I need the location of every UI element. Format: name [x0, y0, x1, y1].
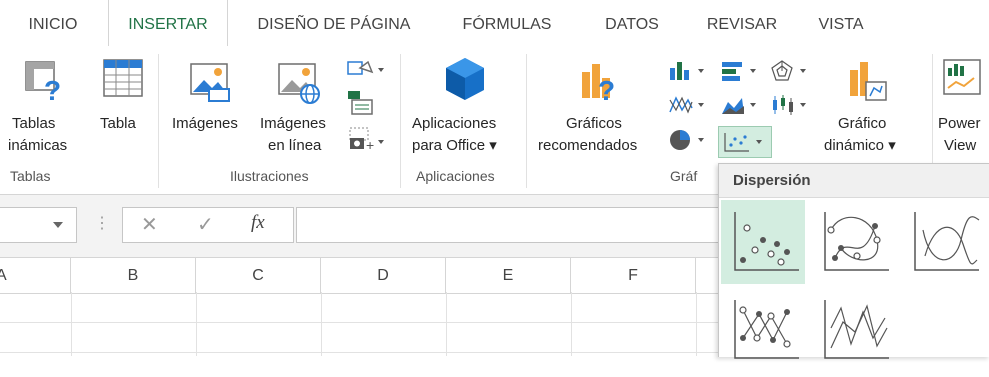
group-separator — [526, 54, 527, 188]
tab-diseno-pagina[interactable]: DISEÑO DE PÁGINA — [246, 0, 422, 46]
tab-insertar[interactable]: INSERTAR — [108, 0, 228, 47]
gallery-header: Dispersión — [719, 164, 989, 198]
enter-icon[interactable]: ✓ — [197, 212, 214, 237]
tab-vista[interactable]: VISTA — [808, 0, 874, 46]
tab-datos[interactable]: DATOS — [592, 0, 672, 46]
grid-row-line — [0, 322, 720, 323]
scatter-straight-lines-markers-option[interactable] — [721, 288, 805, 372]
pivot-table-icon: ? — [25, 61, 61, 102]
online-pictures-label-1: Imágenes — [260, 115, 326, 132]
pictures-button[interactable]: Imágenes — [168, 46, 254, 161]
smartart-icon[interactable] — [346, 88, 376, 116]
table-icon — [103, 59, 143, 97]
office-store-icon — [446, 58, 484, 100]
group-label-graficos: Gráf — [670, 168, 698, 184]
tab-revisar[interactable]: REVISAR — [696, 0, 788, 46]
pivot-table-label-2: inámicas — [8, 137, 68, 154]
grid-col-line — [571, 292, 572, 356]
svg-text:?: ? — [598, 75, 615, 104]
shapes-icon[interactable] — [346, 58, 386, 82]
grid-row-line — [0, 352, 720, 353]
bar-chart-icon[interactable] — [720, 60, 762, 82]
line-chart-icon[interactable] — [668, 94, 710, 116]
column-header-c[interactable]: C — [196, 258, 321, 293]
column-header-b[interactable]: B — [71, 258, 196, 293]
scatter-markers-icon — [734, 212, 799, 271]
svg-text:?: ? — [44, 75, 61, 102]
group-label-tablas: Tablas — [10, 168, 51, 184]
grid-col-line — [696, 292, 697, 356]
grid-col-line — [196, 292, 197, 356]
office-apps-button[interactable]: Aplicaciones para Office ▾ — [408, 46, 520, 161]
online-picture-icon — [278, 63, 320, 104]
online-pictures-label-2: en línea — [268, 137, 322, 154]
power-view-button[interactable]: Power View — [934, 46, 989, 161]
pivot-table-label-1: Tablas — [12, 115, 56, 132]
formula-input[interactable] — [296, 207, 728, 243]
pivot-chart-label-2: dinámico ▾ — [824, 137, 896, 154]
picture-icon — [190, 63, 230, 102]
recommended-chart-icon: ? — [582, 64, 615, 104]
pictures-label: Imágenes — [172, 115, 238, 132]
office-apps-label-2: para Office ▾ — [412, 137, 497, 154]
grid-col-line — [71, 292, 72, 356]
recommended-charts-label-1: Gráficos — [566, 115, 622, 132]
separator-dots-icon: ⋮ — [94, 215, 110, 232]
insert-function-icon[interactable]: fx — [251, 212, 265, 234]
table-button[interactable]: Tabla — [94, 46, 152, 161]
scatter-smooth-markers-icon — [824, 212, 889, 271]
scatter-chart-button[interactable] — [718, 126, 772, 158]
pivot-chart-icon — [850, 62, 887, 101]
power-view-icon — [943, 59, 981, 95]
column-chart-icon[interactable] — [668, 60, 710, 82]
chevron-down-icon[interactable] — [52, 220, 64, 230]
name-box[interactable] — [0, 207, 77, 243]
group-label-ilustraciones: Ilustraciones — [230, 168, 309, 184]
group-label-aplicaciones: Aplicaciones — [416, 168, 495, 184]
scatter-straight-lines-icon — [824, 300, 889, 359]
scatter-chart-icon — [724, 133, 762, 152]
recommended-charts-label-2: recomendados — [538, 137, 638, 154]
ribbon-tab-bar: INICIO INSERTAR DISEÑO DE PÁGINA FÓRMULA… — [0, 0, 989, 47]
radar-chart-icon[interactable] — [770, 60, 812, 82]
cancel-icon[interactable]: ✕ — [141, 212, 158, 237]
online-pictures-button[interactable]: Imágenes en línea — [256, 46, 342, 161]
area-chart-icon[interactable] — [720, 94, 762, 116]
power-view-label-1: Power — [938, 115, 981, 132]
scatter-chart-gallery: Dispersión — [718, 163, 989, 359]
column-header-d[interactable]: D — [321, 258, 446, 293]
grid-col-line — [446, 292, 447, 356]
pivot-chart-button[interactable]: Gráfico dinámico ▾ — [816, 46, 926, 161]
scatter-smooth-lines-icon — [914, 212, 980, 271]
column-header-e[interactable]: E — [446, 258, 571, 293]
gallery-title: Dispersión — [733, 172, 811, 189]
svg-text:+: + — [366, 137, 374, 152]
scatter-straight-lines-option[interactable] — [811, 288, 895, 372]
scatter-straight-markers-icon — [734, 300, 799, 359]
pivot-chart-label-1: Gráfico — [838, 115, 887, 132]
scatter-markers-only-option[interactable] — [721, 200, 805, 284]
pivot-table-button[interactable]: ? Tablas inámicas — [0, 46, 92, 161]
group-separator — [158, 54, 159, 188]
group-separator — [400, 54, 401, 188]
power-view-label-2: View — [944, 137, 977, 154]
screenshot-icon[interactable]: + — [346, 126, 386, 152]
recommended-charts-button[interactable]: ? Gráficos recomendados — [534, 46, 664, 161]
tab-inicio[interactable]: INICIO — [14, 0, 92, 46]
table-label: Tabla — [100, 115, 136, 132]
stock-chart-icon[interactable] — [770, 94, 812, 116]
formula-controls: ✕ ✓ fx — [122, 207, 294, 243]
pie-chart-icon[interactable] — [668, 128, 710, 152]
tab-formulas[interactable]: FÓRMULAS — [448, 0, 566, 46]
office-apps-label-1: Aplicaciones — [412, 115, 497, 132]
column-header-a[interactable]: A — [0, 258, 71, 293]
column-header-f[interactable]: F — [571, 258, 696, 293]
scatter-smooth-lines-markers-option[interactable] — [811, 200, 895, 284]
scatter-smooth-lines-option[interactable] — [901, 200, 985, 284]
grid-col-line — [321, 292, 322, 356]
